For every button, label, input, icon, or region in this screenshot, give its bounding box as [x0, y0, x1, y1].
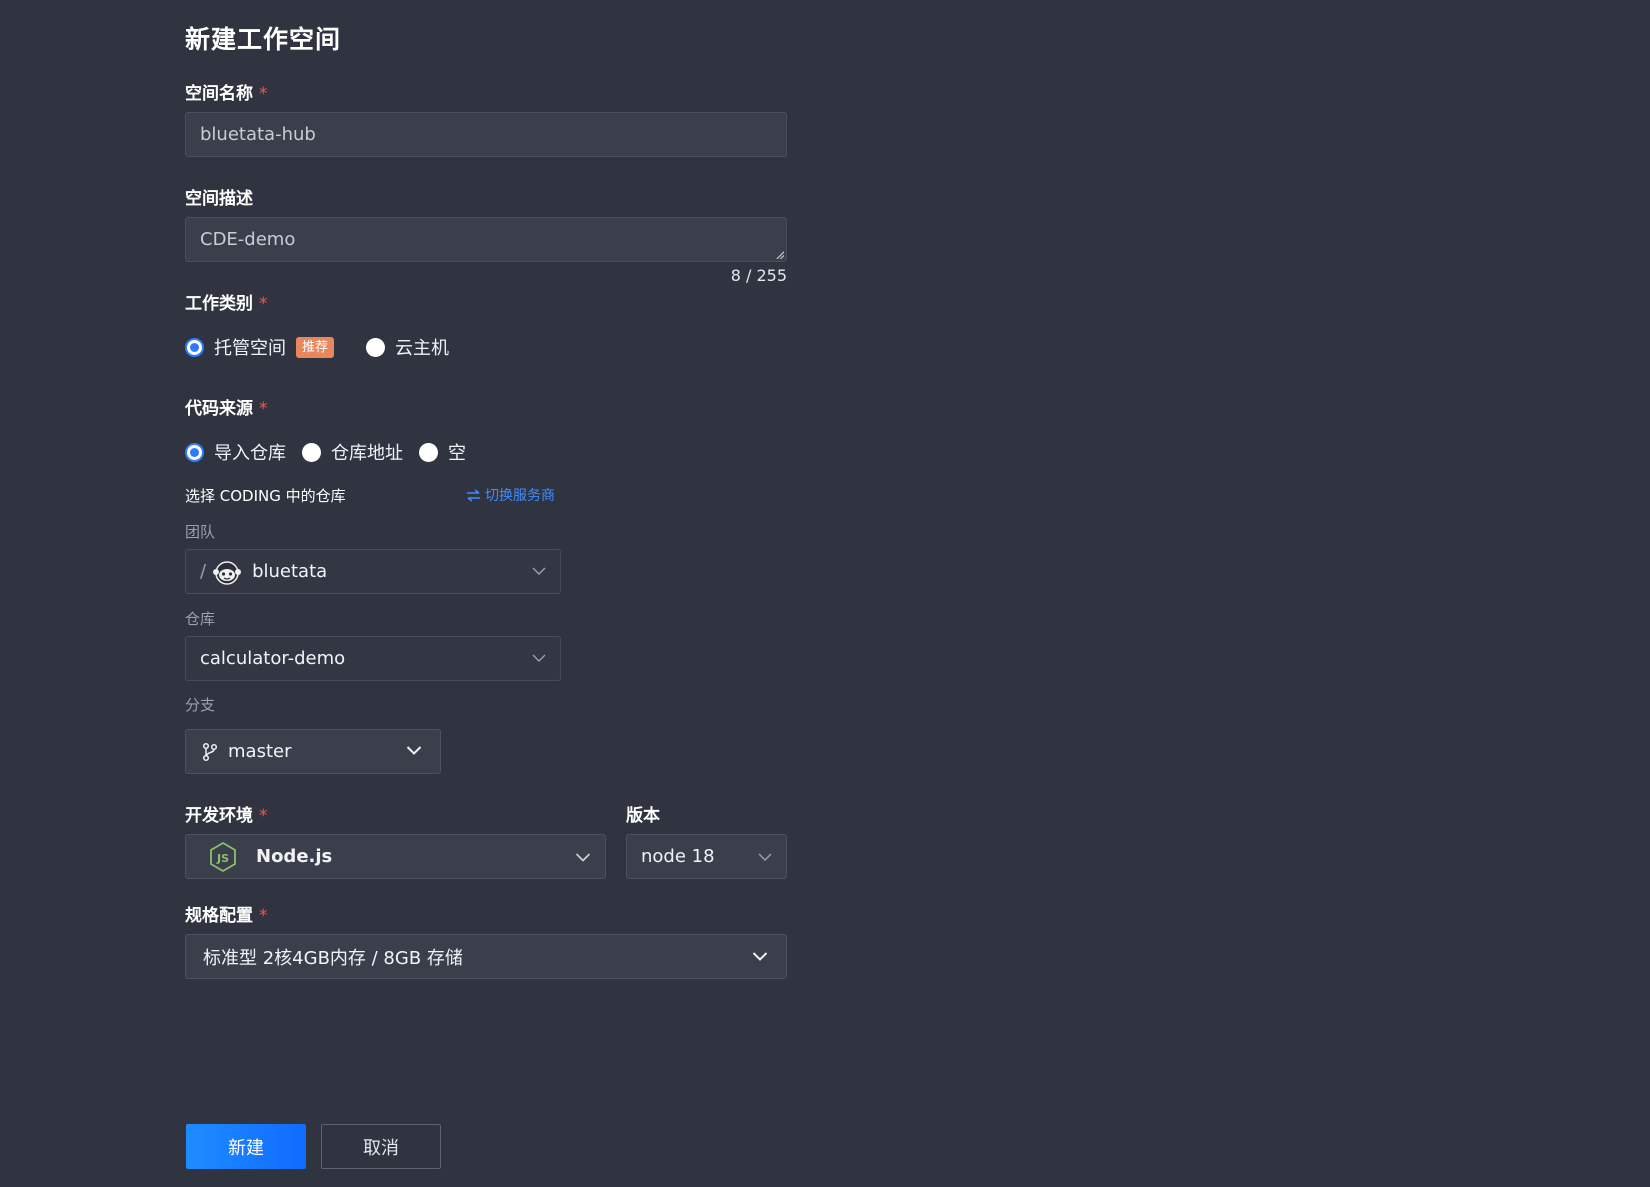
- team-value: bluetata: [252, 561, 328, 582]
- char-counter: 8 / 255: [730, 266, 787, 285]
- resize-handle-icon[interactable]: [775, 250, 784, 259]
- team-label: 团队: [185, 523, 216, 541]
- radio-unchecked-icon: [419, 442, 438, 462]
- radio-cloud-host[interactable]: 云主机: [366, 334, 449, 360]
- cancel-button[interactable]: 取消: [321, 1124, 441, 1169]
- radio-empty[interactable]: 空: [419, 439, 466, 465]
- branch-value: master: [228, 741, 292, 762]
- chevron-down-icon: [532, 567, 546, 575]
- radio-unchecked-icon: [302, 442, 321, 462]
- team-select[interactable]: / bluetata: [185, 549, 561, 594]
- page-title: 新建工作空间: [185, 25, 342, 54]
- spec-label: 规格配置 *: [185, 906, 268, 926]
- repo-select[interactable]: calculator-demo: [185, 636, 561, 681]
- radio-checked-icon: [185, 337, 204, 357]
- version-label: 版本: [626, 806, 660, 826]
- code-source-label: 代码来源 *: [185, 399, 268, 419]
- space-desc-value: CDE-demo: [200, 229, 296, 250]
- dev-env-label: 开发环境 *: [185, 806, 268, 826]
- space-name-label: 空间名称 *: [185, 84, 268, 104]
- svg-text:JS: JS: [216, 852, 229, 865]
- recommended-badge: 推荐: [296, 336, 335, 358]
- space-desc-label: 空间描述: [185, 189, 253, 209]
- chevron-down-icon: [758, 853, 772, 861]
- branch-label: 分支: [185, 696, 216, 714]
- swap-icon: [467, 488, 480, 502]
- radio-repo-url[interactable]: 仓库地址: [302, 439, 403, 465]
- team-prefix: /: [200, 561, 207, 582]
- work-type-radio-group: 托管空间 推荐 云主机: [185, 334, 475, 360]
- version-select[interactable]: node 18: [626, 834, 787, 879]
- create-workspace-page: 新建工作空间 空间名称 * bluetata-hub 空间描述 CDE-demo …: [0, 0, 1650, 1187]
- branch-select[interactable]: master: [185, 729, 441, 774]
- code-source-radio-group: 导入仓库 仓库地址 空: [185, 439, 492, 465]
- space-name-input[interactable]: bluetata-hub: [185, 112, 787, 157]
- repo-label: 仓库: [185, 610, 216, 628]
- switch-provider-link[interactable]: 切换服务商: [466, 485, 555, 505]
- team-avatar-icon: [213, 560, 242, 585]
- space-name-value: bluetata-hub: [200, 124, 316, 145]
- radio-checked-icon: [185, 442, 204, 462]
- dev-env-value: Node.js: [256, 846, 333, 867]
- required-mark: *: [259, 806, 268, 826]
- chevron-down-icon: [575, 853, 591, 862]
- required-mark: *: [259, 294, 268, 314]
- work-type-label: 工作类别 *: [185, 294, 268, 314]
- spec-value: 标准型 2核4GB内存 / 8GB 存储: [203, 947, 463, 969]
- chevron-down-icon: [406, 746, 422, 755]
- radio-unchecked-icon: [366, 337, 386, 357]
- spec-select[interactable]: 标准型 2核4GB内存 / 8GB 存储: [185, 934, 787, 979]
- required-mark: *: [259, 399, 268, 419]
- nodejs-icon: JS: [210, 841, 236, 872]
- chevron-down-icon: [752, 952, 768, 961]
- space-desc-textarea[interactable]: CDE-demo: [185, 217, 787, 262]
- radio-managed-space[interactable]: 托管空间 推荐: [185, 334, 335, 360]
- git-branch-icon: [202, 742, 218, 761]
- create-button[interactable]: 新建: [186, 1124, 306, 1169]
- repo-value: calculator-demo: [200, 648, 346, 669]
- dev-env-select[interactable]: JS Node.js: [185, 834, 606, 879]
- radio-import-repo[interactable]: 导入仓库: [185, 439, 286, 465]
- chevron-down-icon: [532, 654, 546, 662]
- required-mark: *: [259, 906, 268, 926]
- required-mark: *: [259, 84, 268, 104]
- repo-section-title: 选择 CODING 中的仓库: [185, 487, 346, 505]
- version-value: node 18: [641, 846, 715, 867]
